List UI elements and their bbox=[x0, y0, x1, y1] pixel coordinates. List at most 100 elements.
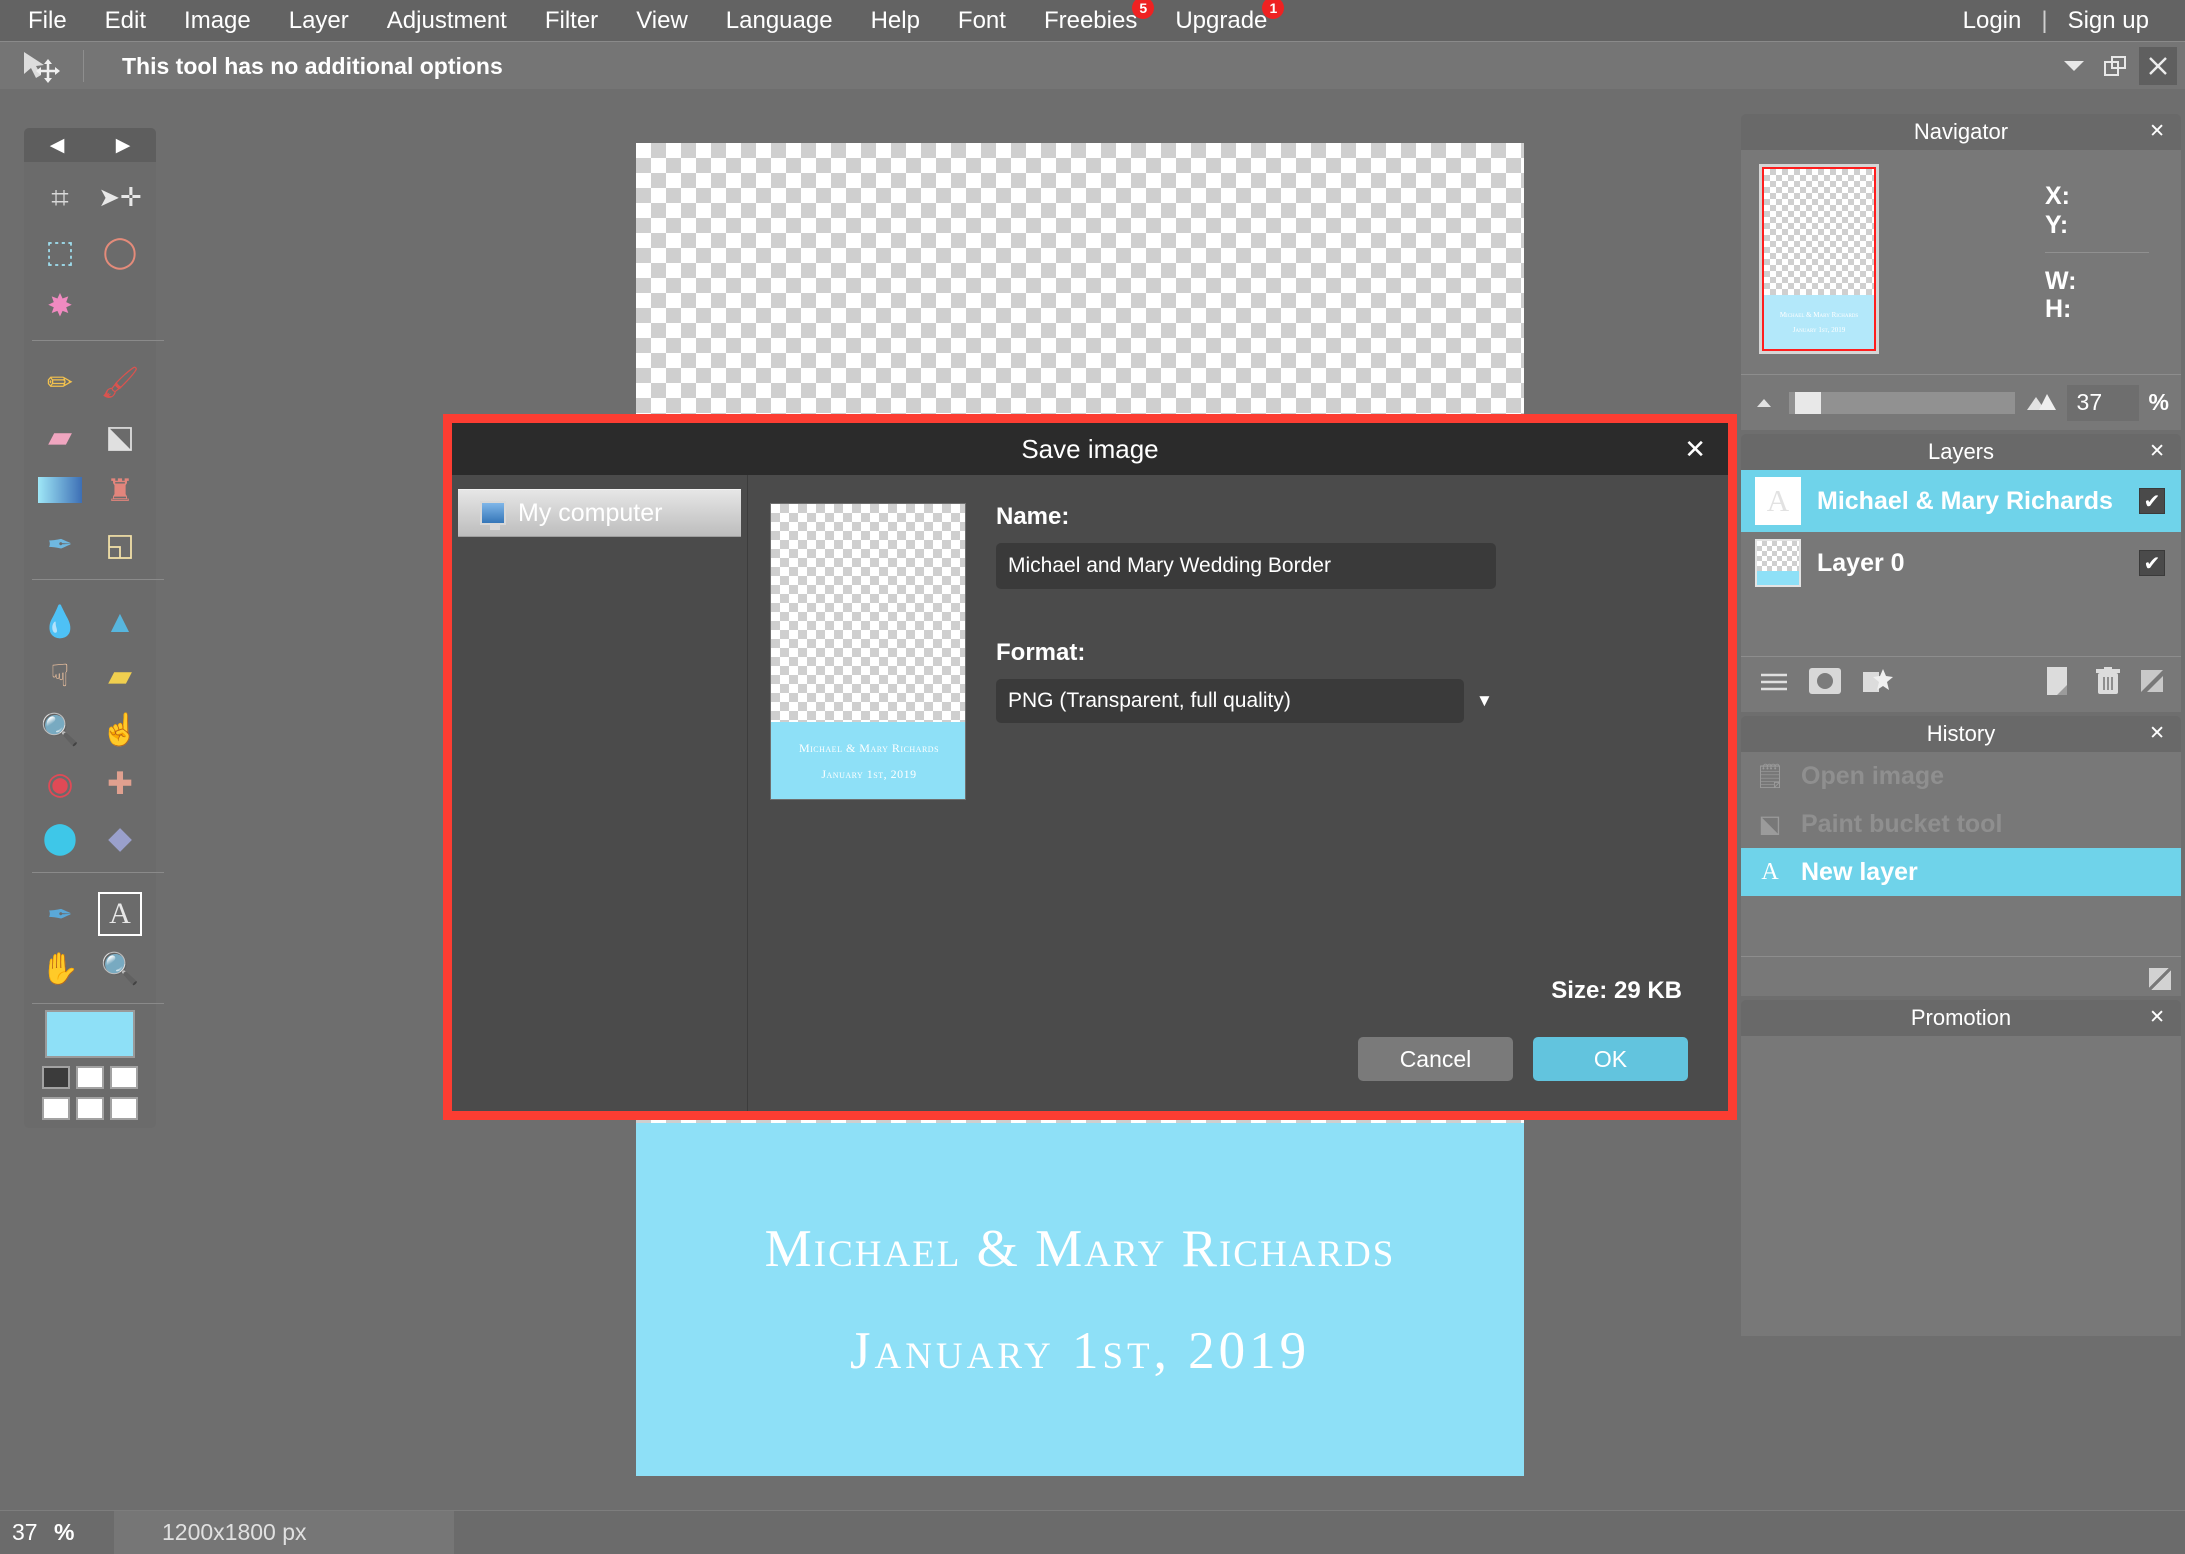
small-mountain-icon[interactable] bbox=[1753, 392, 1779, 413]
layer-row[interactable]: Layer 0 ✔ bbox=[1741, 532, 2181, 594]
navigator-zoom-input[interactable]: 37 bbox=[2066, 384, 2139, 421]
zoom-slider[interactable] bbox=[1789, 391, 2015, 414]
cancel-button[interactable]: Cancel bbox=[1358, 1037, 1513, 1081]
resize-grip-icon[interactable] bbox=[2141, 670, 2163, 699]
menu-item-filter[interactable]: Filter bbox=[526, 0, 617, 41]
history-item-paint-bucket[interactable]: ⬕ Paint bucket tool bbox=[1741, 800, 2181, 848]
menu-item-font[interactable]: Font bbox=[939, 0, 1025, 41]
chevron-down-icon[interactable] bbox=[2055, 47, 2093, 85]
close-icon[interactable]: ✕ bbox=[2149, 114, 2165, 150]
smudge-icon: ☟ bbox=[50, 657, 70, 693]
sharpen-icon: ▲ bbox=[104, 603, 136, 639]
smudge-tool[interactable]: ☟ bbox=[30, 648, 90, 702]
zoom-slider-handle[interactable] bbox=[1795, 391, 1821, 414]
status-zoom-value[interactable]: 37 bbox=[0, 1519, 54, 1546]
close-icon[interactable]: ✕ bbox=[1684, 423, 1706, 475]
tools-prev-arrow[interactable]: ◀ bbox=[50, 134, 65, 157]
sharpen-tool[interactable]: ▲ bbox=[90, 594, 150, 648]
heal-tool[interactable]: ✚ bbox=[90, 756, 150, 810]
bloat-tool[interactable]: ⬤ bbox=[30, 810, 90, 864]
filename-input[interactable] bbox=[996, 543, 1496, 589]
close-icon[interactable]: ✕ bbox=[2149, 1000, 2165, 1036]
menu-item-freebies[interactable]: Freebies 5 bbox=[1025, 0, 1156, 41]
palette-swatch-4[interactable] bbox=[76, 1097, 104, 1120]
resize-grip-icon[interactable] bbox=[2149, 968, 2171, 990]
layer-visibility-checkbox[interactable]: ✔ bbox=[2139, 488, 2165, 514]
menu-item-language[interactable]: Language bbox=[707, 0, 852, 41]
paint-bucket-icon: ⬕ bbox=[105, 418, 135, 454]
pinch-tool[interactable]: ◆ bbox=[90, 810, 150, 864]
duplicate-layer-icon[interactable] bbox=[2045, 667, 2075, 702]
source-item-my-computer[interactable]: My computer bbox=[458, 489, 741, 537]
menu-label: Image bbox=[184, 7, 251, 34]
layer-settings-icon[interactable] bbox=[1759, 669, 1789, 700]
palette-swatch-3[interactable] bbox=[42, 1097, 70, 1120]
paint-bucket-tool[interactable]: ⬕ bbox=[90, 409, 150, 463]
menu-item-layer[interactable]: Layer bbox=[270, 0, 368, 41]
login-link[interactable]: Login bbox=[1953, 7, 2032, 35]
close-icon[interactable] bbox=[2139, 47, 2177, 85]
signup-link[interactable]: Sign up bbox=[2058, 7, 2159, 35]
layer-effects-icon[interactable] bbox=[1861, 668, 1893, 701]
menu-label: Edit bbox=[104, 7, 147, 34]
history-item-label: Paint bucket tool bbox=[1801, 809, 2003, 838]
layer-row[interactable]: A Michael & Mary Richards ✔ bbox=[1741, 470, 2181, 532]
menu-item-edit[interactable]: Edit bbox=[86, 0, 165, 41]
navigator-thumbnail[interactable]: Michael & Mary Richards January 1st, 201… bbox=[1759, 164, 1879, 354]
layer-name: Layer 0 bbox=[1817, 548, 1905, 577]
magic-wand-icon: ✸ bbox=[47, 287, 73, 323]
promotion-body bbox=[1741, 1036, 2181, 1336]
lasso-tool[interactable]: ◯ bbox=[90, 224, 150, 278]
ok-button[interactable]: OK bbox=[1533, 1037, 1688, 1081]
eyedropper-tool[interactable]: ✒ bbox=[30, 887, 90, 941]
menu-item-image[interactable]: Image bbox=[165, 0, 270, 41]
sponge-tool[interactable]: ▰ bbox=[90, 648, 150, 702]
palette-swatch-0[interactable] bbox=[42, 1066, 70, 1089]
menu-item-help[interactable]: Help bbox=[852, 0, 939, 41]
chevron-down-icon[interactable]: ▼ bbox=[1476, 691, 1493, 711]
primary-color-swatch[interactable] bbox=[45, 1010, 135, 1058]
menu-item-upgrade[interactable]: Upgrade 1 bbox=[1156, 0, 1286, 41]
dodge-tool[interactable]: 🔍 bbox=[30, 702, 90, 756]
layer-mask-icon[interactable] bbox=[1809, 668, 1841, 701]
delete-layer-icon[interactable] bbox=[2095, 667, 2121, 702]
layer-visibility-checkbox[interactable]: ✔ bbox=[2139, 550, 2165, 576]
gradient-tool[interactable] bbox=[30, 463, 90, 517]
blur-tool[interactable]: 💧 bbox=[30, 594, 90, 648]
replace-color-tool[interactable]: ✒ bbox=[30, 517, 90, 571]
dodge-icon: 🔍 bbox=[40, 711, 80, 747]
source-item-label: My computer bbox=[518, 498, 663, 527]
red-eye-icon: ◉ bbox=[46, 765, 74, 801]
menu-item-adjustment[interactable]: Adjustment bbox=[368, 0, 526, 41]
palette-swatch-2[interactable] bbox=[110, 1066, 138, 1089]
eraser-tool[interactable]: ▰ bbox=[30, 409, 90, 463]
marquee-select-tool[interactable]: ⬚ bbox=[30, 224, 90, 278]
move-tool[interactable]: ➤✛ bbox=[90, 170, 150, 224]
menu-item-file[interactable]: File bbox=[0, 0, 86, 41]
palette-swatch-5[interactable] bbox=[110, 1097, 138, 1120]
clone-stamp-tool[interactable]: ♜ bbox=[90, 463, 150, 517]
menu-label: Adjustment bbox=[386, 7, 507, 34]
zoom-tool[interactable]: 🔍 bbox=[90, 941, 150, 995]
burn-tool[interactable]: ☝ bbox=[90, 702, 150, 756]
red-eye-tool[interactable]: ◉ bbox=[30, 756, 90, 810]
history-item-open-image[interactable]: 🗒 Open image bbox=[1741, 752, 2181, 800]
text-tool[interactable]: A bbox=[90, 887, 150, 941]
menu-item-view[interactable]: View bbox=[617, 0, 707, 41]
brush-tool[interactable]: 🖌 bbox=[90, 355, 150, 409]
format-select[interactable]: PNG (Transparent, full quality) bbox=[996, 679, 1464, 723]
large-mountain-icon[interactable] bbox=[2025, 389, 2057, 416]
close-icon[interactable]: ✕ bbox=[2149, 434, 2165, 470]
magic-wand-tool[interactable]: ✸ bbox=[30, 278, 90, 332]
tools-next-arrow[interactable]: ▶ bbox=[116, 134, 131, 157]
hand-tool[interactable]: ✋ bbox=[30, 941, 90, 995]
crop-tool[interactable]: ⌗ bbox=[30, 170, 90, 224]
restore-icon[interactable] bbox=[2097, 47, 2135, 85]
close-icon[interactable]: ✕ bbox=[2149, 716, 2165, 752]
history-item-new-layer[interactable]: A New layer bbox=[1741, 848, 2181, 896]
palette-swatch-1[interactable] bbox=[76, 1066, 104, 1089]
shape-tool[interactable]: ◱ bbox=[90, 517, 150, 571]
preview-text-band: Michael & Mary Richards January 1st, 201… bbox=[771, 722, 965, 799]
pencil-tool[interactable]: ✏ bbox=[30, 355, 90, 409]
palette-row-2 bbox=[24, 1097, 156, 1120]
